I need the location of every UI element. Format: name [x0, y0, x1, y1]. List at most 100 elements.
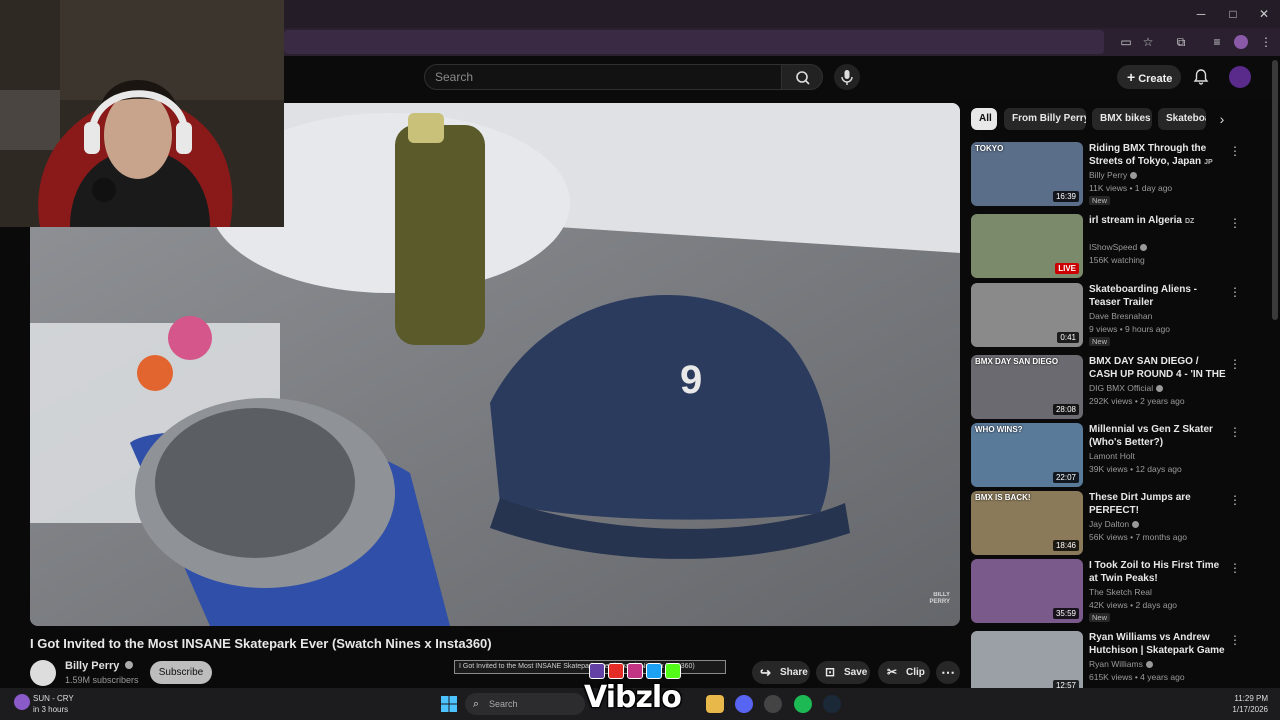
video-thumbnail[interactable]: TOKYO 16:39: [971, 142, 1083, 206]
recommendation-channel[interactable]: Billy Perry: [1089, 170, 1138, 180]
recommendation-channel[interactable]: Dave Bresnahan: [1089, 311, 1152, 321]
taskbar-search[interactable]: ⌕ Search: [465, 693, 585, 715]
recommendation-item[interactable]: 35:59 I Took Zoil to His First Time at Tw…: [971, 559, 1271, 623]
maximize-button[interactable]: □: [1225, 6, 1241, 22]
recommendation-title[interactable]: Ryan Williams vs Andrew Hutchison | Skat…: [1089, 631, 1227, 657]
discord-icon[interactable]: [735, 695, 753, 713]
search-icon: [796, 71, 810, 85]
notifications-button[interactable]: [1192, 68, 1210, 86]
recommendation-item[interactable]: BMX IS BACK! 18:46 These Dirt Jumps are PE…: [971, 491, 1271, 555]
recommendation-title[interactable]: Millennial vs Gen Z Skater (Who's Better…: [1089, 423, 1227, 449]
create-button[interactable]: + Create: [1117, 65, 1181, 89]
install-app-icon[interactable]: ▭: [1118, 34, 1134, 50]
file-explorer-icon[interactable]: [706, 695, 724, 713]
recommendation-title[interactable]: BMX DAY SAN DIEGO / CASH UP ROUND 4 - 'I…: [1089, 355, 1227, 381]
close-button[interactable]: ✕: [1256, 6, 1272, 22]
windows-logo-icon: [441, 696, 457, 712]
scrollbar[interactable]: [1272, 60, 1278, 320]
search-button[interactable]: [781, 64, 823, 90]
spotify-icon[interactable]: [794, 695, 812, 713]
recommendation-item[interactable]: BMX DAY SAN DIEGO 28:08 BMX DAY SAN DIEGO …: [971, 355, 1271, 419]
recommendation-title-text: Riding BMX Through the Streets of Tokyo,…: [1089, 143, 1207, 167]
webcam-overlay: [0, 0, 284, 227]
recommendation-channel[interactable]: IShowSpeed: [1089, 242, 1148, 252]
recommendation-title[interactable]: Riding BMX Through the Streets of Tokyo,…: [1089, 142, 1227, 168]
recommendation-channel-text: IShowSpeed: [1089, 242, 1138, 252]
save-button[interactable]: ⊡ Save: [816, 661, 870, 684]
recommendation-channel[interactable]: The Sketch Real: [1089, 587, 1152, 597]
verified-icon: [125, 661, 134, 669]
recommendation-meta: 292K views • 2 years ago: [1089, 396, 1185, 406]
recommendation-channel[interactable]: Lamont Holt: [1089, 451, 1135, 461]
recommendation-channel[interactable]: Jay Dalton: [1089, 519, 1140, 529]
more-options-icon[interactable]: ⋮: [1229, 561, 1241, 575]
video-thumbnail[interactable]: BMX DAY SAN DIEGO 28:08: [971, 355, 1083, 419]
more-options-icon[interactable]: ⋮: [1229, 144, 1241, 158]
more-options-icon[interactable]: ⋮: [1229, 285, 1241, 299]
new-badge: New: [1089, 337, 1111, 346]
channel-avatar[interactable]: [30, 660, 56, 686]
recommendation-title[interactable]: These Dirt Jumps are PERFECT!: [1089, 491, 1227, 517]
chip-from-channel[interactable]: From Billy Perry: [1004, 108, 1086, 130]
share-button[interactable]: ↪ Share: [752, 661, 810, 684]
recommendation-title-text: These Dirt Jumps are PERFECT!: [1089, 492, 1191, 516]
recommendation-title[interactable]: irl stream in Algeria DZ: [1089, 214, 1227, 228]
clip-button[interactable]: ✂ Clip: [878, 661, 930, 684]
recommendation-channel[interactable]: DIG BMX Official: [1089, 383, 1164, 393]
more-options-icon[interactable]: ⋮: [1229, 633, 1241, 647]
search-input[interactable]: Search: [424, 64, 782, 90]
account-avatar[interactable]: [1229, 66, 1251, 88]
steam-icon[interactable]: [823, 695, 841, 713]
more-options-icon[interactable]: ⋮: [1229, 425, 1241, 439]
subscriber-count: 1.59M subscribers: [65, 675, 139, 685]
video-thumbnail[interactable]: LIVE: [971, 214, 1083, 278]
subscribe-button[interactable]: Subscribe: [150, 661, 212, 684]
channel-name[interactable]: Billy Perry: [65, 660, 134, 672]
recommendation-title[interactable]: I Took Zoil to His First Time at Twin Pe…: [1089, 559, 1227, 585]
system-clock[interactable]: 11:29 PM 1/17/2026: [1224, 693, 1268, 715]
recommendation-meta: 56K views • 7 months ago: [1089, 532, 1187, 542]
video-thumbnail[interactable]: WHO WINS? 22:07: [971, 423, 1083, 487]
recommendation-channel-text: Ryan Williams: [1089, 659, 1143, 669]
video-watermark: BILLY PERRY: [929, 592, 950, 605]
browser-menu-icon[interactable]: ⋮: [1258, 34, 1274, 50]
more-options-icon[interactable]: ⋮: [1229, 493, 1241, 507]
video-thumbnail[interactable]: 12:57: [971, 631, 1083, 695]
chevron-right-icon[interactable]: ›: [1214, 111, 1230, 127]
recommendation-item[interactable]: 0:41 Skateboarding Aliens - Teaser Traile…: [971, 283, 1271, 347]
voice-search-button[interactable]: [834, 64, 860, 90]
extensions-icon[interactable]: ⧉: [1173, 34, 1189, 50]
more-options-icon[interactable]: ⋮: [1229, 216, 1241, 230]
weather-icon: [14, 694, 30, 710]
video-thumbnail[interactable]: 35:59: [971, 559, 1083, 623]
recommendation-item[interactable]: 12:57 Ryan Williams vs Andrew Hutchison |…: [971, 631, 1271, 695]
reading-list-icon[interactable]: ≡: [1209, 34, 1225, 50]
minimize-button[interactable]: ─: [1193, 6, 1209, 22]
profile-avatar[interactable]: [1234, 35, 1248, 49]
recommendation-channel[interactable]: Ryan Williams: [1089, 659, 1153, 669]
new-badge: New: [1089, 613, 1111, 622]
start-button[interactable]: [440, 695, 458, 713]
video-thumbnail[interactable]: 0:41: [971, 283, 1083, 347]
address-field[interactable]: [284, 30, 1104, 54]
recommendation-item[interactable]: TOKYO 16:39 Riding BMX Through the Streets…: [971, 142, 1271, 206]
duration-badge: 28:08: [1052, 404, 1079, 415]
duration-badge: 35:59: [1052, 608, 1079, 619]
chrome-icon[interactable]: [764, 695, 782, 713]
more-options-icon[interactable]: ⋮: [1229, 357, 1241, 371]
more-actions-button[interactable]: ⋯: [936, 661, 960, 684]
clock-time: 11:29 PM: [1234, 694, 1268, 703]
recommendation-title[interactable]: Skateboarding Aliens - Teaser Trailer: [1089, 283, 1227, 309]
chip-bmx-bikes[interactable]: BMX bikes: [1092, 108, 1152, 130]
video-thumbnail[interactable]: BMX IS BACK! 18:46: [971, 491, 1083, 555]
recommendation-item[interactable]: WHO WINS? 22:07 Millennial vs Gen Z Skater…: [971, 423, 1271, 487]
bookmark-star-icon[interactable]: ☆: [1140, 34, 1156, 50]
chip-skateboarding[interactable]: Skateboa: [1158, 108, 1206, 130]
chip-all[interactable]: All: [971, 108, 997, 130]
taskbar-search-icon: ⌕: [473, 698, 480, 710]
weather-widget[interactable]: SUN - CRY in 3 hours: [33, 693, 74, 715]
youtube-icon: [608, 663, 624, 679]
recommendation-item[interactable]: LIVE irl stream in Algeria DZ IShowSpeed 156…: [971, 214, 1271, 278]
recommendation-meta: 42K views • 2 days ago: [1089, 600, 1178, 610]
clip-label: Clip: [906, 667, 925, 678]
